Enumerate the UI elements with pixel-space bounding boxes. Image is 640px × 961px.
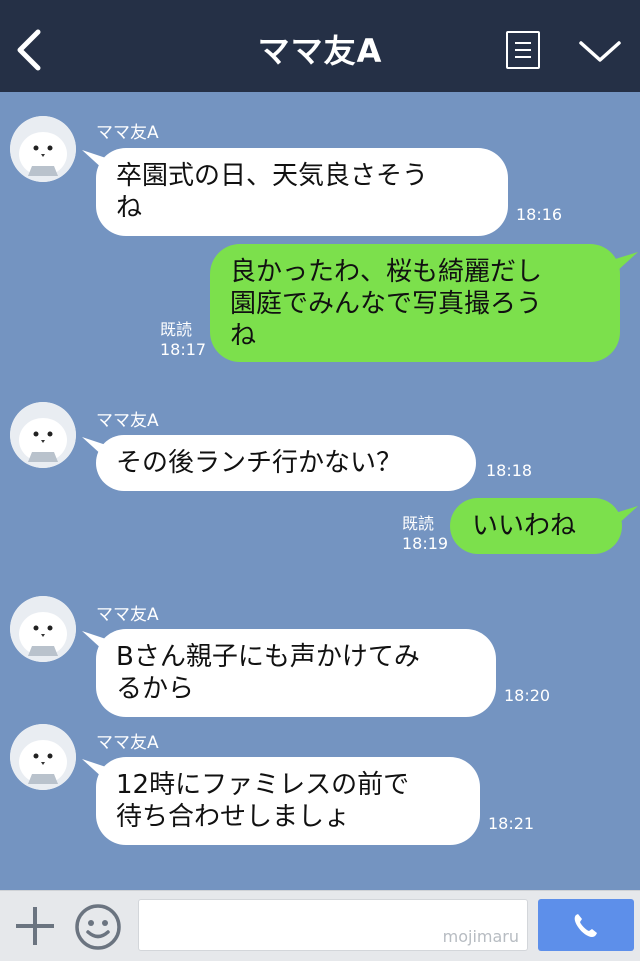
avatar[interactable] bbox=[10, 596, 76, 662]
read-receipt: 既読 18:19 bbox=[402, 514, 448, 554]
message-time: 18:16 bbox=[516, 205, 563, 224]
message-time: 18:20 bbox=[504, 686, 551, 705]
message-bubble[interactable]: 12時にファミレスの前で 待ち合わせしましょ bbox=[96, 757, 480, 845]
message-line: 良かったわ、桜も綺麗だし bbox=[230, 257, 543, 287]
message-input[interactable]: mojimaru bbox=[138, 899, 528, 951]
message-line: いいわね bbox=[472, 511, 577, 541]
message-line: Bさん親子にも声かけてみ bbox=[116, 642, 420, 672]
message-line: ね bbox=[116, 193, 143, 223]
avatar[interactable] bbox=[10, 116, 76, 182]
message-line: るから bbox=[116, 674, 195, 704]
message-line: 12時にファミレスの前で bbox=[116, 770, 410, 800]
avatar[interactable] bbox=[10, 724, 76, 790]
list-icon[interactable] bbox=[506, 31, 540, 69]
smile-icon[interactable] bbox=[74, 903, 122, 951]
phone-icon bbox=[574, 914, 597, 937]
chat-title: ママ友A bbox=[257, 32, 383, 70]
message-line: その後ランチ行かない？ bbox=[116, 448, 403, 478]
message-time: 18:18 bbox=[486, 461, 533, 480]
message-line: ね bbox=[230, 321, 257, 351]
read-label: 既読 bbox=[160, 320, 193, 339]
message-bubble[interactable]: 卒園式の日、天気良さそう ね bbox=[96, 148, 508, 236]
message-time: 18:17 bbox=[160, 340, 207, 359]
sender-name: ママ友A bbox=[96, 411, 159, 431]
message-bubble[interactable]: その後ランチ行かない？ bbox=[96, 435, 476, 491]
chat-header: ママ友A bbox=[0, 0, 640, 92]
message-bubble[interactable]: 良かったわ、桜も綺麗だし 園庭でみんなで写真撮ろう ね bbox=[210, 244, 620, 362]
message-list[interactable]: ママ友A 卒園式の日、天気良さそう ね 18:16 既読 18:17 良かったわ… bbox=[0, 92, 640, 890]
chevron-down-icon[interactable] bbox=[578, 38, 622, 66]
message-bubble[interactable]: いいわね bbox=[450, 498, 622, 554]
input-bar: mojimaru bbox=[0, 890, 640, 961]
message-line: 待ち合わせしましょ bbox=[116, 802, 351, 832]
plus-icon[interactable] bbox=[14, 905, 56, 947]
read-receipt: 既読 18:17 bbox=[160, 320, 206, 360]
avatar[interactable] bbox=[10, 402, 76, 468]
message-time: 18:21 bbox=[488, 814, 535, 833]
call-button[interactable] bbox=[538, 899, 634, 951]
watermark: mojimaru bbox=[442, 927, 519, 946]
sender-name: ママ友A bbox=[96, 123, 159, 143]
sender-name: ママ友A bbox=[96, 733, 159, 753]
message-time: 18:19 bbox=[402, 534, 449, 553]
message-bubble[interactable]: Bさん親子にも声かけてみ るから bbox=[96, 629, 496, 717]
message-line: 卒園式の日、天気良さそう bbox=[116, 161, 429, 191]
read-label: 既読 bbox=[402, 514, 435, 533]
message-line: 園庭でみんなで写真撮ろう bbox=[230, 289, 543, 319]
sender-name: ママ友A bbox=[96, 605, 159, 625]
